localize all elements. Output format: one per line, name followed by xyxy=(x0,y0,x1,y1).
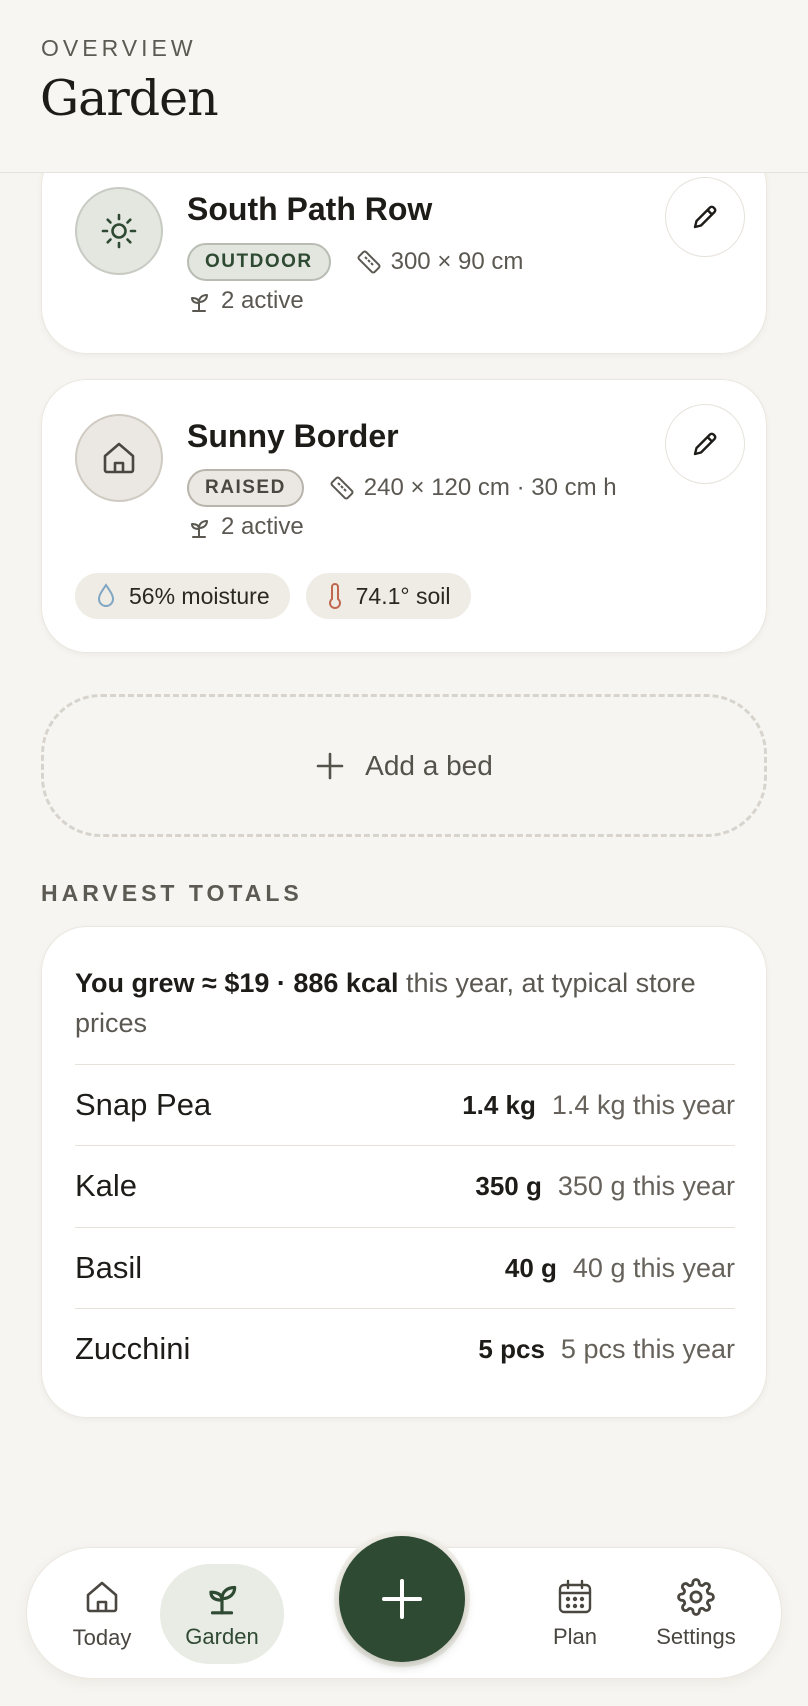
nav-plan[interactable]: Plan xyxy=(513,1564,637,1664)
harvest-year-total: 350 g this year xyxy=(557,1170,735,1201)
harvest-year-total: 1.4 kg this year xyxy=(551,1089,735,1120)
harvest-amount: 350 g xyxy=(475,1170,542,1201)
bed-meta: RAISED 240 × 120 cm · 30 cm h xyxy=(187,468,617,508)
bed-active-count: 2 active xyxy=(187,287,304,315)
add-bed-label: Add a bed xyxy=(365,749,493,781)
nav-garden-label: Garden xyxy=(185,1624,259,1649)
plus-icon xyxy=(316,752,344,779)
bed-active-text: 2 active xyxy=(221,287,304,314)
page-title: Garden xyxy=(40,70,219,127)
bed-name: Sunny Border xyxy=(187,418,399,454)
harvest-row: Zucchini 5 pcs 5 pcs this year xyxy=(75,1309,735,1389)
ruler-icon xyxy=(357,250,381,274)
bed-sensor-chips: 56% moisture 74.1° soil xyxy=(75,573,471,619)
bed-type-badge: RAISED xyxy=(187,469,304,507)
harvest-year-total: 40 g this year xyxy=(572,1252,735,1283)
add-bed-button[interactable]: Add a bed xyxy=(41,694,767,837)
harvest-row: Snap Pea 1.4 kg 1.4 kg this year xyxy=(75,1065,735,1145)
sprout-icon xyxy=(191,294,208,312)
sun-icon xyxy=(75,187,163,275)
thermometer-icon xyxy=(328,583,341,609)
bed-dimensions-text: 240 × 120 cm · 30 cm h xyxy=(363,474,617,501)
nav-today-label: Today xyxy=(72,1625,132,1650)
edit-bed-button[interactable] xyxy=(665,404,745,484)
bed-name: South Path Row xyxy=(187,191,433,227)
calendar-icon xyxy=(558,1579,592,1614)
fab-container xyxy=(334,1531,470,1667)
add-fab-button[interactable] xyxy=(339,1536,465,1662)
bed-active-count: 2 active xyxy=(187,513,304,541)
moisture-chip: 56% moisture xyxy=(75,573,290,619)
harvest-amount: 1.4 kg xyxy=(462,1089,536,1120)
droplet-icon xyxy=(97,583,115,607)
harvest-amount: 5 pcs xyxy=(478,1333,545,1364)
house-icon xyxy=(75,414,163,502)
sprout-icon xyxy=(209,1585,237,1615)
bed-meta: OUTDOOR 300 × 90 cm xyxy=(187,242,523,282)
harvest-amount: 40 g xyxy=(504,1252,557,1283)
harvest-crop: Kale xyxy=(75,1168,138,1203)
nav-settings-label: Settings xyxy=(656,1624,736,1649)
harvest-summary-bold: You grew ≈ $19 · 886 kcal xyxy=(75,968,399,998)
bed-type-badge: OUTDOOR xyxy=(187,243,331,281)
harvest-section-label: HARVEST TOTALS xyxy=(41,880,303,906)
pencil-icon xyxy=(693,205,717,229)
plus-icon xyxy=(382,1579,422,1619)
edit-bed-button[interactable] xyxy=(665,177,745,257)
page-header: OVERVIEW Garden xyxy=(0,0,808,173)
harvest-crop: Snap Pea xyxy=(75,1087,212,1122)
bed-dimensions-text: 300 × 90 cm xyxy=(390,248,524,275)
soil-temp-chip: 74.1° soil xyxy=(305,573,471,619)
bed-card-sunny-border[interactable]: Sunny Border RAISED 240 × 120 cm · 30 cm… xyxy=(41,379,767,653)
home-icon xyxy=(86,1581,118,1613)
nav-today[interactable]: Today xyxy=(40,1564,164,1664)
moisture-text: 56% moisture xyxy=(129,582,270,609)
harvest-crop: Zucchini xyxy=(75,1331,191,1366)
nav-plan-label: Plan xyxy=(552,1624,598,1649)
nav-settings[interactable]: Settings xyxy=(634,1564,758,1664)
harvest-crop: Basil xyxy=(75,1250,143,1285)
soil-temp-text: 74.1° soil xyxy=(355,582,451,609)
bed-active-text: 2 active xyxy=(221,513,304,540)
sprout-icon xyxy=(191,520,208,538)
bed-dimensions: 300 × 90 cm xyxy=(355,248,524,276)
harvest-row: Kale 350 g 350 g this year xyxy=(75,1146,735,1226)
harvest-summary: You grew ≈ $19 · 886 kcal this year, at … xyxy=(75,963,715,1043)
nav-garden[interactable]: Garden xyxy=(160,1564,284,1664)
harvest-row: Basil 40 g 40 g this year xyxy=(75,1228,735,1308)
page-eyebrow: OVERVIEW xyxy=(41,35,197,61)
bed-dimensions: 240 × 120 cm · 30 cm h xyxy=(328,474,617,502)
ruler-icon xyxy=(330,476,354,500)
gear-icon xyxy=(677,1578,715,1616)
pencil-icon xyxy=(693,432,717,456)
harvest-year-total: 5 pcs this year xyxy=(560,1333,735,1364)
harvest-totals-card: You grew ≈ $19 · 886 kcal this year, at … xyxy=(41,926,767,1418)
